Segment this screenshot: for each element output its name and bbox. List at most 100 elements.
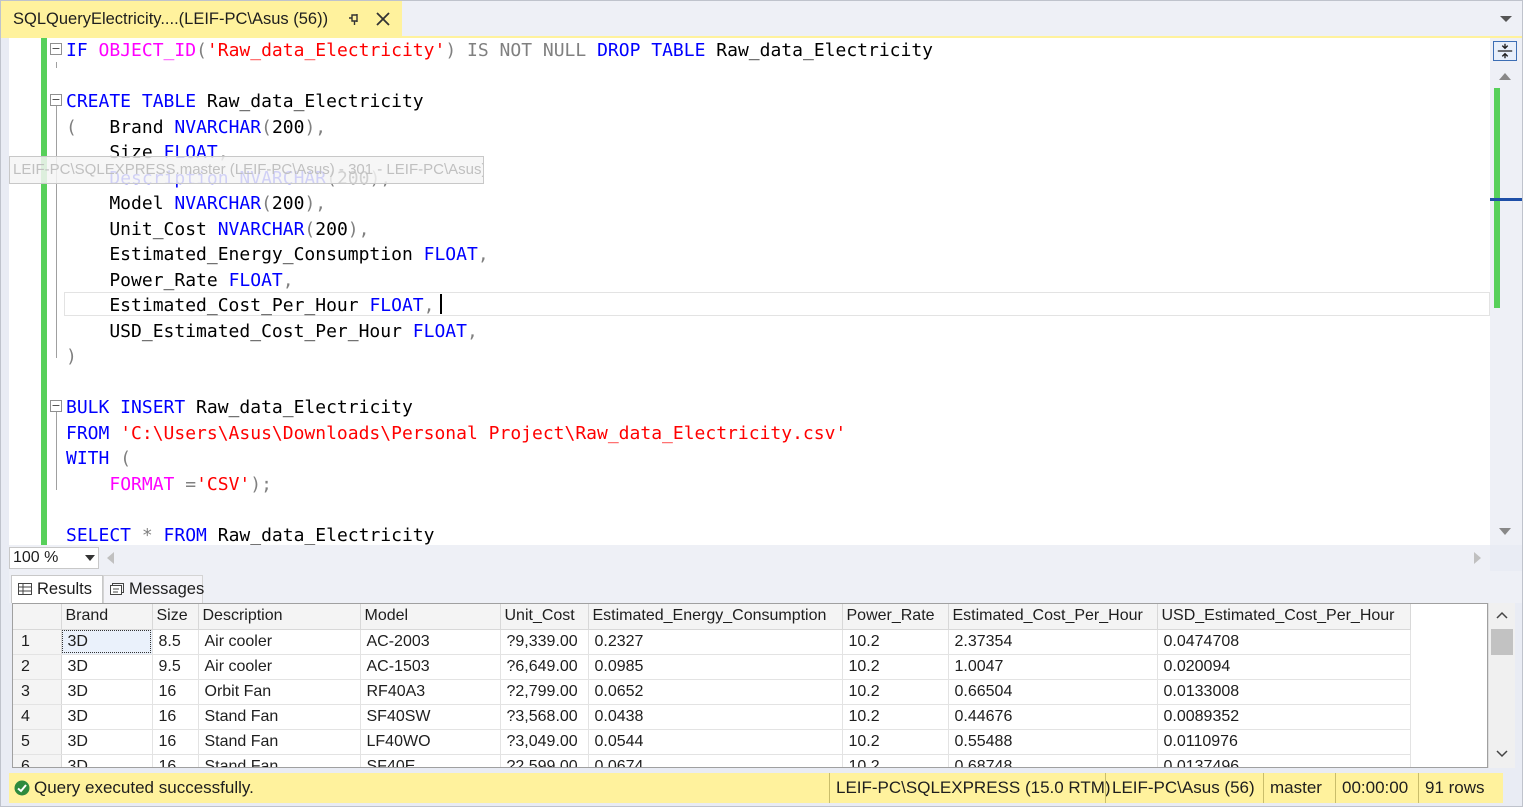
code-line[interactable]: FORMAT ='CSV'); — [66, 472, 933, 498]
grid-cell[interactable]: 3D — [61, 629, 153, 655]
code-line[interactable] — [66, 497, 933, 523]
grid-cell[interactable]: 0.0137496 — [1157, 754, 1411, 767]
pin-icon[interactable] — [346, 10, 364, 28]
close-icon[interactable] — [374, 10, 392, 28]
grid-cell[interactable]: 0.66504 — [948, 679, 1158, 705]
grid-cell[interactable]: LF40WO — [360, 729, 501, 755]
code-line[interactable]: CREATE TABLE Raw_data_Electricity — [66, 89, 933, 115]
grid-cell[interactable]: Air cooler — [198, 654, 361, 680]
grid-vertical-scrollbar[interactable] — [1488, 603, 1515, 768]
code-line[interactable]: Estimated_Cost_Per_Hour FLOAT, — [66, 293, 933, 319]
chevron-down-icon[interactable] — [1499, 14, 1513, 24]
collapse-icon[interactable]: − — [50, 43, 62, 55]
grid-cell[interactable]: Orbit Fan — [198, 679, 361, 705]
grid-cell[interactable]: 1.0047 — [948, 654, 1158, 680]
column-header[interactable]: Brand — [61, 604, 153, 630]
column-header[interactable]: Power_Rate — [842, 604, 949, 630]
grid-cell[interactable]: 10.2 — [842, 704, 949, 730]
grid-cell[interactable]: 3D — [61, 679, 153, 705]
code-line[interactable] — [66, 64, 933, 90]
tab-results[interactable]: Results — [11, 575, 103, 603]
grid-cell[interactable]: 0.0652 — [588, 679, 843, 705]
grid-cell[interactable]: 0.0133008 — [1157, 679, 1411, 705]
table-row[interactable]: 6 3D 16 Stand Fan SF40E ?2,599.00 0.0674 10.2 0.… — [13, 754, 1411, 767]
grid-cell[interactable]: Stand Fan — [198, 704, 361, 730]
row-number[interactable]: 4 — [13, 704, 62, 730]
row-number[interactable]: 3 — [13, 679, 62, 705]
row-number[interactable]: 6 — [13, 754, 62, 767]
column-header[interactable]: Size — [152, 604, 199, 630]
column-header[interactable]: Estimated_Cost_Per_Hour — [948, 604, 1158, 630]
grid-cell[interactable]: AC-1503 — [360, 654, 501, 680]
document-tab[interactable]: SQLQueryElectricity....(LEIF-PC\Asus (56… — [0, 0, 402, 38]
grid-cell[interactable]: Stand Fan — [198, 754, 361, 767]
code-line[interactable]: Unit_Cost NVARCHAR(200), — [66, 217, 933, 243]
code-line[interactable]: IF OBJECT_ID('Raw_data_Electricity') IS … — [66, 38, 933, 64]
table-row[interactable]: 3 3D 16 Orbit Fan RF40A3 ?2,799.00 0.0652 10.2 0… — [13, 679, 1411, 705]
grid-cell[interactable]: RF40A3 — [360, 679, 501, 705]
row-number[interactable]: 5 — [13, 729, 62, 755]
grid-cell[interactable]: 0.55488 — [948, 729, 1158, 755]
code-line[interactable]: WITH ( — [66, 446, 933, 472]
grid-cell[interactable]: 0.0089352 — [1157, 704, 1411, 730]
grid-cell[interactable]: 0.0110976 — [1157, 729, 1411, 755]
table-row[interactable]: 2 3D 9.5 Air cooler AC-1503 ?6,649.00 0.0985 10… — [13, 654, 1411, 680]
zoom-select[interactable]: 100 % — [9, 547, 99, 569]
row-number[interactable]: 1 — [13, 629, 62, 655]
grid-cell[interactable]: 0.020094 — [1157, 654, 1411, 680]
grid-cell[interactable]: 3D — [61, 729, 153, 755]
grid-cell[interactable]: SF40E — [360, 754, 501, 767]
table-row[interactable]: 1 3D 8.5 Air cooler AC-2003 ?9,339.00 0.2327 10… — [13, 629, 1411, 655]
code-line[interactable] — [66, 370, 933, 396]
grid-cell[interactable]: ?6,649.00 — [500, 654, 589, 680]
scroll-right-icon[interactable] — [1474, 552, 1482, 564]
grid-cell[interactable]: 0.0544 — [588, 729, 843, 755]
scroll-left-icon[interactable] — [106, 552, 114, 564]
grid-cell[interactable]: ?3,049.00 — [500, 729, 589, 755]
column-header[interactable]: Estimated_Energy_Consumption — [588, 604, 843, 630]
grid-cell[interactable]: 10.2 — [842, 629, 949, 655]
collapse-icon[interactable]: − — [50, 94, 62, 106]
grid-cell[interactable]: ?3,568.00 — [500, 704, 589, 730]
scrollbar-thumb[interactable] — [1491, 629, 1513, 655]
grid-cell[interactable]: 10.2 — [842, 754, 949, 767]
grid-cell[interactable]: 0.44676 — [948, 704, 1158, 730]
grid-cell[interactable]: 10.2 — [842, 679, 949, 705]
code-line[interactable]: SELECT * FROM Raw_data_Electricity — [66, 523, 933, 546]
grid-cell[interactable]: 0.0674 — [588, 754, 843, 767]
grid-cell[interactable]: Stand Fan — [198, 729, 361, 755]
grid-cell[interactable]: 3D — [61, 754, 153, 767]
column-header[interactable]: Unit_Cost — [500, 604, 589, 630]
results-grid[interactable]: Brand Size Description Model Unit_Cost Estima… — [12, 603, 1488, 768]
code-line[interactable]: Estimated_Energy_Consumption FLOAT, — [66, 242, 933, 268]
query-editor[interactable]: − − − IF OBJECT_ID('Raw_data_Electricity… — [9, 38, 1490, 545]
table-row[interactable]: 5 3D 16 Stand Fan LF40WO ?3,049.00 0.0544 10.2 0… — [13, 729, 1411, 755]
grid-cell[interactable]: 16 — [152, 754, 199, 767]
grid-cell[interactable]: 3D — [61, 704, 153, 730]
grid-cell[interactable]: 3D — [61, 654, 153, 680]
grid-cell[interactable]: 0.68748 — [948, 754, 1158, 767]
grid-cell[interactable]: 16 — [152, 704, 199, 730]
grid-cell[interactable]: AC-2003 — [360, 629, 501, 655]
grid-cell[interactable]: 10.2 — [842, 729, 949, 755]
row-number[interactable]: 2 — [13, 654, 62, 680]
column-header[interactable]: Description — [198, 604, 361, 630]
code-line[interactable]: BULK INSERT Raw_data_Electricity — [66, 395, 933, 421]
code-line[interactable]: ( Brand NVARCHAR(200), — [66, 115, 933, 141]
code-line[interactable]: FROM 'C:\Users\Asus\Downloads\Personal P… — [66, 421, 933, 447]
column-header[interactable]: USD_Estimated_Cost_Per_Hour — [1157, 604, 1411, 630]
scroll-down-icon[interactable] — [1496, 750, 1508, 758]
grid-cell[interactable]: 0.0438 — [588, 704, 843, 730]
grid-cell[interactable]: 9.5 — [152, 654, 199, 680]
grid-cell[interactable]: Air cooler — [198, 629, 361, 655]
table-row[interactable]: 4 3D 16 Stand Fan SF40SW ?3,568.00 0.0438 10.2 0… — [13, 704, 1411, 730]
grid-cell[interactable]: ?9,339.00 — [500, 629, 589, 655]
scroll-down-icon[interactable] — [1499, 528, 1511, 536]
scroll-up-icon[interactable] — [1496, 611, 1508, 619]
grid-cell[interactable]: 16 — [152, 679, 199, 705]
grid-cell[interactable]: 10.2 — [842, 654, 949, 680]
code-line[interactable]: USD_Estimated_Cost_Per_Hour FLOAT, — [66, 319, 933, 345]
code-line[interactable]: Power_Rate FLOAT, — [66, 268, 933, 294]
grid-cell[interactable]: ?2,799.00 — [500, 679, 589, 705]
editor-vertical-scrollbar[interactable] — [1490, 38, 1523, 545]
